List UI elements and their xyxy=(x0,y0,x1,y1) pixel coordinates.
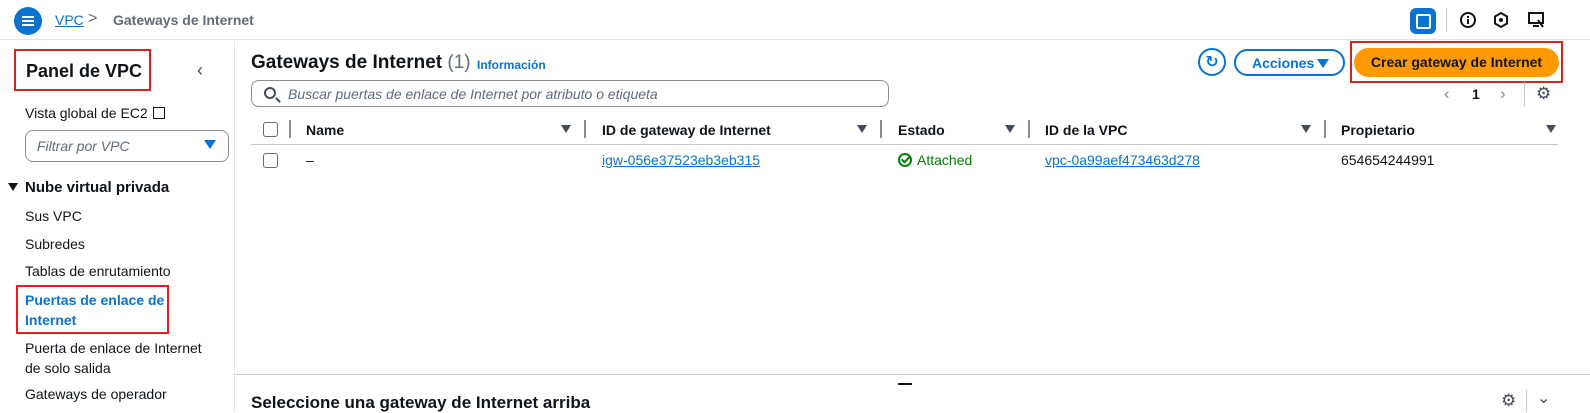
resize-handle[interactable] xyxy=(898,383,912,385)
sidebar-section-vpc[interactable]: Nube virtual privada xyxy=(8,179,169,196)
info-link[interactable]: Información xyxy=(477,58,546,72)
breadcrumb-current: Gateways de Internet xyxy=(113,12,254,28)
cell-gateway-id-link[interactable]: igw-056e37523eb3eb315 xyxy=(602,152,760,168)
divider xyxy=(1446,8,1447,32)
vpc-filter-select[interactable]: Filtrar por VPC xyxy=(25,130,229,162)
chevron-right-icon[interactable]: › xyxy=(1500,84,1506,104)
column-header-state[interactable]: Estado xyxy=(898,122,945,138)
caret-down-icon xyxy=(1317,59,1329,68)
divider xyxy=(1526,390,1527,412)
sidebar-item-egress-only-gateways[interactable]: Puerta de enlace de Internet de solo sal… xyxy=(25,338,215,378)
refresh-icon[interactable]: ↻ xyxy=(1198,48,1226,76)
sort-icon[interactable] xyxy=(1005,125,1015,133)
gear-icon[interactable]: ⚙ xyxy=(1536,84,1551,104)
breadcrumb-vpc-link[interactable]: VPC xyxy=(55,12,84,28)
search-placeholder: Buscar puertas de enlace de Internet por… xyxy=(288,86,658,102)
sidebar-item-vpcs[interactable]: Sus VPC xyxy=(25,208,82,224)
search-icon xyxy=(264,87,276,99)
notifications-icon[interactable] xyxy=(1526,10,1546,30)
chevron-right-icon: > xyxy=(88,10,98,27)
sidebar-item-label: Vista global de EC2 xyxy=(25,105,148,121)
chevron-left-icon[interactable]: ‹ xyxy=(1444,84,1450,104)
sort-icon[interactable] xyxy=(1546,125,1556,133)
item-count: (1) xyxy=(447,52,471,73)
check-circle-icon xyxy=(898,153,912,167)
sidebar-item-internet-gateways[interactable]: Puertas de enlace de Internet xyxy=(25,290,170,330)
status-badge: Attached xyxy=(898,152,972,168)
vpc-filter-placeholder: Filtrar por VPC xyxy=(37,138,130,154)
sort-icon[interactable] xyxy=(857,125,867,133)
create-internet-gateway-button[interactable]: Crear gateway de Internet xyxy=(1354,48,1559,77)
row-checkbox[interactable] xyxy=(263,153,278,168)
divider xyxy=(1324,120,1326,138)
column-header-name[interactable]: Name xyxy=(306,122,344,138)
sidebar-title: Panel de VPC xyxy=(14,49,151,91)
sidebar-section-label: Nube virtual privada xyxy=(25,179,170,196)
status-label: Attached xyxy=(917,152,973,168)
chevron-down-icon[interactable]: ⌄ xyxy=(1537,388,1550,408)
page-title-text: Gateways de Internet xyxy=(251,52,443,73)
column-header-gateway-id[interactable]: ID de gateway de Internet xyxy=(602,122,771,138)
sidebar-item-carrier-gateways[interactable]: Gateways de operador xyxy=(25,386,167,402)
sidebar-item-ec2-global[interactable]: Vista global de EC2 xyxy=(25,105,165,121)
actions-label: Acciones xyxy=(1252,55,1315,71)
split-panel-divider xyxy=(235,374,1590,375)
divider xyxy=(1524,82,1525,106)
page-title: Gateways de Internet (1) xyxy=(251,52,471,74)
caret-down-icon xyxy=(8,183,18,191)
sidebar-item-route-tables[interactable]: Tablas de enrutamiento xyxy=(25,263,171,279)
divider xyxy=(584,120,586,138)
cell-owner: 654654244991 xyxy=(1341,152,1435,168)
panel-icon[interactable] xyxy=(1410,8,1436,34)
chevron-left-icon[interactable]: ‹ xyxy=(197,60,203,81)
settings-hex-icon[interactable] xyxy=(1491,10,1511,30)
sidebar-item-subnets[interactable]: Subredes xyxy=(25,236,85,252)
sort-icon[interactable] xyxy=(1301,125,1311,133)
caret-down-icon xyxy=(204,140,216,149)
current-page[interactable]: 1 xyxy=(1472,86,1480,102)
external-link-icon xyxy=(152,107,165,119)
column-header-vpc-id[interactable]: ID de la VPC xyxy=(1045,122,1127,138)
actions-button[interactable]: Acciones xyxy=(1234,49,1345,76)
info-icon[interactable] xyxy=(1458,10,1478,30)
cell-name: – xyxy=(306,152,314,168)
gear-icon[interactable]: ⚙ xyxy=(1501,391,1516,411)
cell-vpc-id-link[interactable]: vpc-0a99aef473463d278 xyxy=(1045,152,1200,168)
sort-icon[interactable] xyxy=(561,125,571,133)
column-header-owner[interactable]: Propietario xyxy=(1341,122,1415,138)
divider xyxy=(1028,120,1030,138)
divider xyxy=(880,120,882,138)
search-input[interactable]: Buscar puertas de enlace de Internet por… xyxy=(251,80,889,107)
divider xyxy=(289,120,291,138)
menu-icon[interactable] xyxy=(14,7,42,35)
top-navigation: VPC > Gateways de Internet xyxy=(0,0,1590,40)
select-all-checkbox[interactable] xyxy=(263,122,278,137)
divider xyxy=(251,144,1558,145)
split-panel-title: Seleccione una gateway de Internet arrib… xyxy=(251,393,591,412)
